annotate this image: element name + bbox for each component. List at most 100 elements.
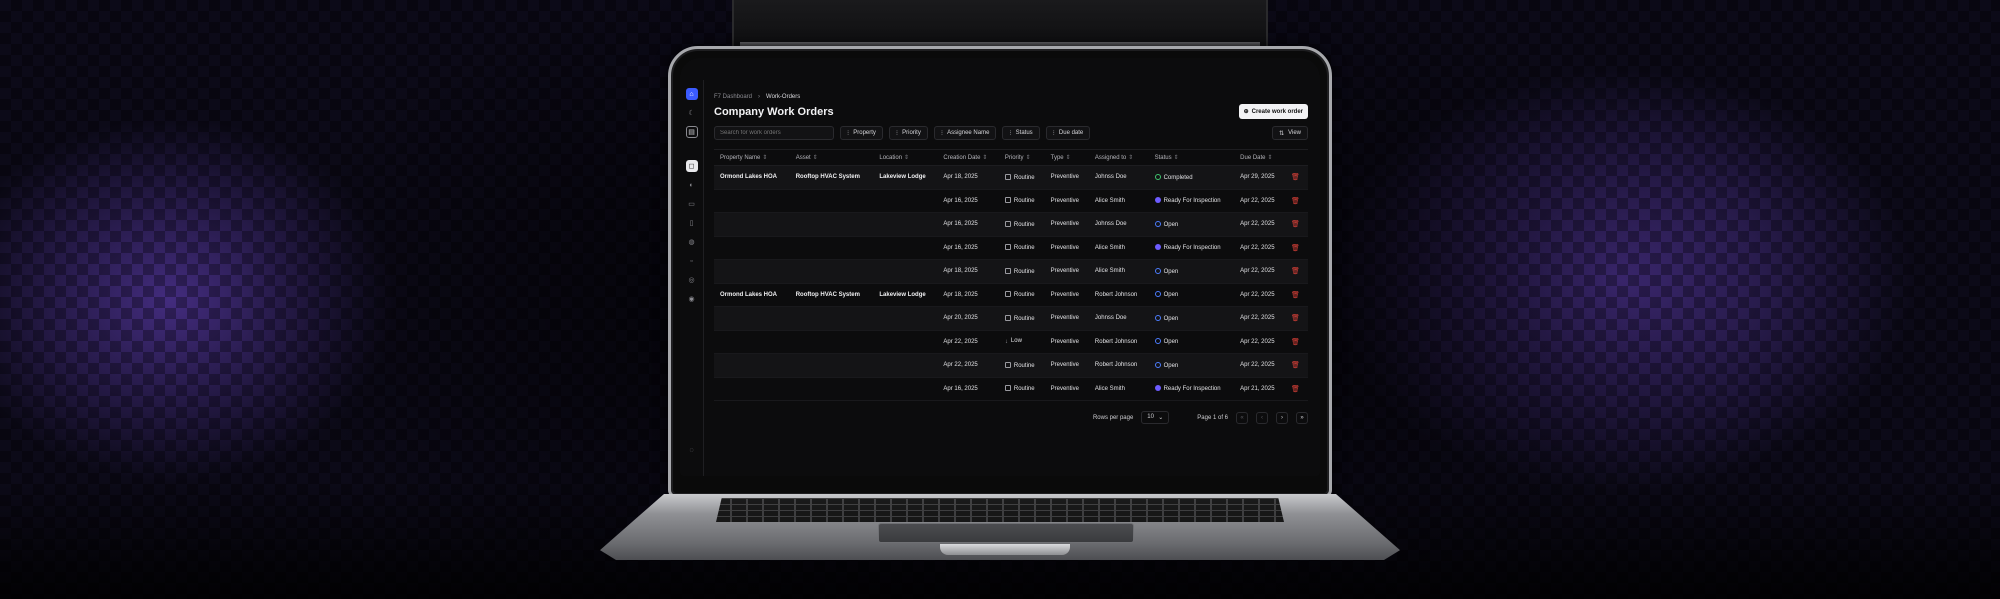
trash-icon[interactable]: 🗑	[1291, 268, 1300, 275]
column-header[interactable]: Status ⇕	[1148, 149, 1235, 166]
page-title: Company Work Orders	[714, 105, 834, 118]
first-page-button[interactable]: «	[1236, 411, 1248, 424]
main-content: F7 Dashboard › Work-Orders Company Work …	[704, 58, 1320, 476]
column-header[interactable]: Assigned to ⇕	[1088, 149, 1149, 166]
next-page-button[interactable]: ›	[1276, 411, 1288, 424]
table-row[interactable]: Apr 16, 2025 Routine Preventive Johnss Doe O…	[714, 212, 1308, 237]
calendar-icon	[1004, 385, 1011, 392]
breadcrumb-root[interactable]: F7 Dashboard	[714, 94, 752, 100]
app-window: ⌂ ☾ ▤ ◻ ◐ ▭ ▯ ◍ ▫ ◎ ◉ ◌ F7 Dashboard › W…	[680, 58, 1320, 476]
cell-actions: 🗑	[1285, 236, 1308, 260]
cell-status: Completed	[1148, 165, 1235, 190]
table-row[interactable]: Ormond Lakes HOA Rooftop HVAC System Lakev…	[714, 283, 1308, 307]
search-input[interactable]	[714, 126, 834, 140]
status-label: Open	[1163, 339, 1179, 346]
trash-icon[interactable]: 🗑	[1291, 245, 1300, 252]
status-icon	[1154, 314, 1161, 321]
trash-icon[interactable]: 🗑	[1291, 362, 1300, 369]
cell-status: Open	[1148, 212, 1235, 237]
trash-icon[interactable]: 🗑	[1291, 315, 1300, 322]
sort-icon: ⇕	[762, 155, 768, 161]
filter-priority[interactable]: ⁝ Priority	[888, 126, 928, 140]
cell-property	[714, 259, 790, 284]
priority-label: Routine	[1013, 292, 1035, 299]
sort-icon: ⇕	[1065, 155, 1071, 161]
trash-icon[interactable]: 🗑	[1291, 174, 1300, 181]
trash-icon[interactable]: 🗑	[1291, 292, 1300, 299]
column-header[interactable]: Priority ⇕	[998, 149, 1045, 166]
plus-circle-icon: ⁝	[1052, 130, 1055, 137]
table-row[interactable]: Apr 18, 2025 Routine Preventive Alice Smith…	[714, 259, 1308, 284]
previous-page-button[interactable]: ‹	[1256, 411, 1268, 424]
view-label: View	[1288, 130, 1301, 136]
trash-icon[interactable]: 🗑	[1291, 198, 1300, 205]
cell-location	[873, 330, 938, 354]
status-label: Open	[1163, 221, 1179, 228]
table-row[interactable]: Apr 22, 2025 Routine Preventive Robert John…	[714, 353, 1308, 378]
filter-due-date[interactable]: ⁝ Due date	[1045, 126, 1091, 140]
calendar-icon	[1004, 361, 1011, 368]
folder-icon[interactable]: ◍	[686, 236, 698, 248]
cell-location	[873, 353, 938, 378]
filter-status[interactable]: ⁝ Status	[1002, 126, 1040, 140]
column-header[interactable]: Due Date ⇕	[1234, 149, 1286, 166]
trash-icon[interactable]: 🗑	[1291, 339, 1300, 346]
priority-label: Routine	[1013, 362, 1035, 369]
cell-property: Ormond Lakes HOA	[714, 165, 790, 190]
panel-toggle-icon[interactable]: ▤	[685, 126, 698, 138]
settings-icon[interactable]: ◉	[686, 293, 698, 305]
column-label: Due Date	[1240, 155, 1266, 161]
document-icon[interactable]: ▫	[686, 255, 698, 267]
help-icon[interactable]: ◌	[686, 444, 698, 456]
filter-assignee[interactable]: ⁝ Assignee Name	[933, 126, 997, 140]
cell-property	[714, 353, 790, 378]
filter-label: Property	[853, 130, 876, 136]
column-header[interactable]: Type ⇕	[1044, 149, 1089, 166]
cell-asset	[789, 330, 874, 354]
moon-icon[interactable]: ☾	[686, 107, 698, 119]
status-label: Completed	[1163, 174, 1193, 181]
cell-type: Preventive	[1044, 236, 1089, 260]
priority-label: Low	[1010, 338, 1022, 345]
table-row[interactable]: Apr 22, 2025 ↓ Low Preventive Robert Johnson…	[714, 330, 1308, 354]
cell-property	[714, 212, 790, 237]
gauge-icon[interactable]: ◐	[686, 179, 698, 191]
cell-asset	[789, 353, 874, 378]
cell-property: Ormond Lakes HOA	[714, 283, 790, 307]
table-row[interactable]: Apr 20, 2025 Routine Preventive Johnss Doe O…	[714, 306, 1308, 331]
laptop-screen: ⌂ ☾ ▤ ◻ ◐ ▭ ▯ ◍ ▫ ◎ ◉ ◌ F7 Dashboard › W…	[680, 58, 1320, 476]
cell-location	[873, 377, 938, 401]
table-row[interactable]: Apr 16, 2025 Routine Preventive Alice Smith…	[714, 377, 1308, 401]
cell-creation-date: Apr 18, 2025	[937, 283, 999, 307]
status-icon	[1154, 291, 1161, 298]
cell-assignee: Alice Smith	[1088, 236, 1149, 260]
cell-actions: 🗑	[1285, 165, 1308, 190]
view-button[interactable]: ⇅ View	[1272, 126, 1308, 140]
trash-icon[interactable]: 🗑	[1291, 386, 1300, 393]
column-header[interactable]: Property Name ⇕	[714, 149, 790, 166]
trash-icon[interactable]: 🗑	[1291, 221, 1300, 228]
plus-circle-icon: ⁝	[847, 130, 850, 137]
column-header[interactable]: Location ⇕	[873, 149, 938, 166]
clipboard-icon[interactable]: ▯	[686, 217, 698, 229]
filter-label: Status	[1015, 130, 1033, 136]
cell-status: Open	[1148, 306, 1235, 331]
rows-per-page-select[interactable]: 10 ⌄	[1141, 411, 1170, 424]
cell-location	[873, 236, 938, 260]
rows-per-page-value: 10	[1147, 414, 1154, 420]
table-row[interactable]: Apr 16, 2025 Routine Preventive Alice Smith…	[714, 189, 1308, 213]
filter-property[interactable]: ⁝ Property	[840, 126, 883, 140]
inbox-icon[interactable]: ▭	[686, 198, 698, 210]
column-header[interactable]: Asset ⇕	[789, 149, 874, 166]
last-page-button[interactable]: »	[1296, 411, 1308, 424]
workspace-icon[interactable]: ◻	[685, 160, 698, 172]
table-row[interactable]: Ormond Lakes HOA Rooftop HVAC System Lakev…	[714, 165, 1308, 190]
calendar-icon	[1004, 197, 1011, 204]
table-row[interactable]: Apr 16, 2025 Routine Preventive Alice Smith…	[714, 236, 1308, 260]
column-header[interactable]: Creation Date ⇕	[937, 149, 999, 166]
layers-icon[interactable]: ◎	[686, 274, 698, 286]
cell-due-date: Apr 22, 2025	[1234, 236, 1286, 260]
cell-priority: Routine	[998, 236, 1045, 260]
home-icon[interactable]: ⌂	[685, 88, 698, 100]
create-work-order-button[interactable]: ⊕ Create work order	[1238, 104, 1308, 119]
